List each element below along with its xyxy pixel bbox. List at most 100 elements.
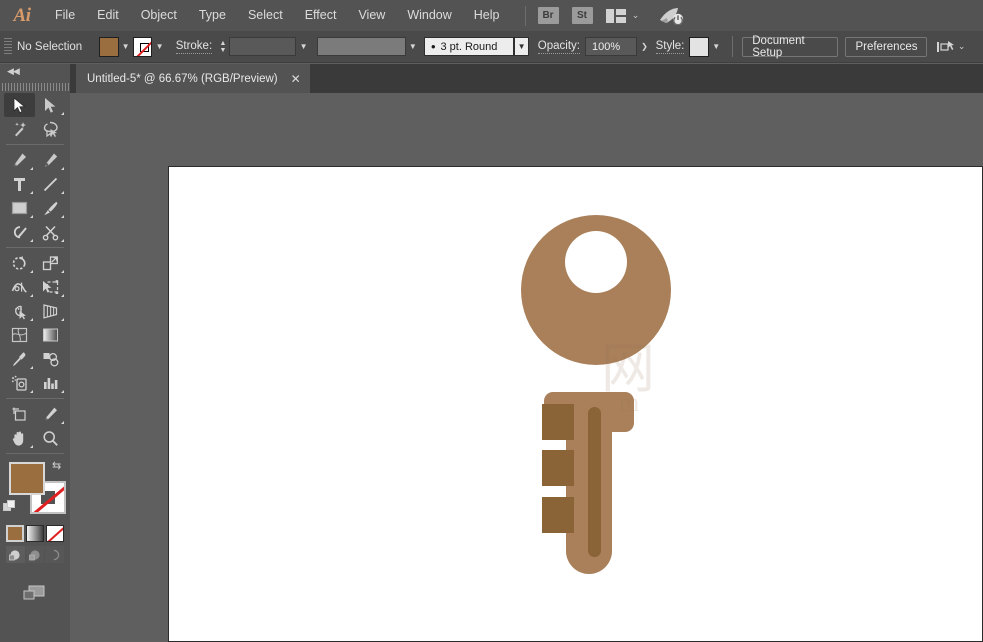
align-to-selection-icon[interactable]: [936, 38, 956, 56]
perspective-grid-tool[interactable]: [35, 299, 66, 323]
fill-color-swatch[interactable]: [99, 37, 119, 57]
bridge-button[interactable]: Br: [538, 7, 559, 24]
scale-tool[interactable]: [35, 251, 66, 275]
tools-grid-nav: [0, 402, 70, 450]
document-tab-label: Untitled-5* @ 66.67% (RGB/Preview): [87, 73, 278, 85]
brush-chevron-down-icon[interactable]: ▼: [514, 37, 528, 56]
menu-item-window[interactable]: Window: [396, 0, 462, 31]
direct-selection-tool[interactable]: [35, 93, 66, 117]
menu-bar: Ai File Edit Object Type Select Effect V…: [0, 0, 983, 31]
paintbrush-tool[interactable]: [35, 196, 66, 220]
tools-grid-transform: [0, 251, 70, 395]
width-profile-chevron-down-icon[interactable]: ▼: [406, 37, 420, 57]
brush-definition-value: 3 pt. Round: [441, 41, 498, 53]
stock-button[interactable]: St: [572, 7, 593, 24]
draw-inside-button[interactable]: [45, 546, 64, 563]
collapse-panel-icon[interactable]: ◀◀: [0, 64, 70, 79]
artboard[interactable]: 网 m: [168, 166, 983, 642]
gradient-fill-button[interactable]: [26, 525, 44, 542]
align-chevron-down-icon[interactable]: ⌄: [956, 41, 967, 52]
canvas-area[interactable]: 网 m: [70, 93, 983, 642]
scissors-tool[interactable]: [35, 220, 66, 244]
column-graph-tool[interactable]: [35, 371, 66, 395]
preferences-button[interactable]: Preferences: [845, 37, 927, 57]
draw-normal-button[interactable]: [6, 546, 25, 563]
fill-swatch[interactable]: [9, 462, 45, 495]
zoom-tool[interactable]: [35, 426, 66, 450]
color-fill-button[interactable]: [6, 525, 24, 542]
mesh-tool[interactable]: [4, 323, 35, 347]
rectangle-tool[interactable]: [4, 196, 35, 220]
stroke-chevron-down-icon[interactable]: ▼: [152, 37, 166, 57]
selection-tool[interactable]: [4, 93, 35, 117]
default-fill-stroke-icon[interactable]: [3, 500, 17, 514]
shape-builder-tool[interactable]: [4, 299, 35, 323]
document-setup-button[interactable]: Document Setup: [742, 37, 838, 57]
tools-grid-top: [0, 93, 70, 141]
rotate-tool[interactable]: [4, 251, 35, 275]
rocket-icon[interactable]: [658, 7, 684, 25]
menu-item-object[interactable]: Object: [130, 0, 188, 31]
swap-fill-stroke-icon[interactable]: ⇆: [52, 461, 66, 474]
menu-item-help[interactable]: Help: [463, 0, 511, 31]
arrange-documents-icon[interactable]: [606, 9, 626, 23]
graphic-style-swatch[interactable]: [689, 37, 709, 57]
menu-item-view[interactable]: View: [347, 0, 396, 31]
none-fill-button[interactable]: [46, 525, 64, 542]
document-tab-bar: Untitled-5* @ 66.67% (RGB/Preview) ✕: [0, 64, 983, 93]
line-segment-tool[interactable]: [35, 172, 66, 196]
fill-chevron-down-icon[interactable]: ▼: [119, 37, 133, 57]
control-bar-grip[interactable]: [4, 38, 12, 56]
tools-panel-grip[interactable]: [0, 79, 70, 93]
tools-divider-2: [6, 247, 64, 248]
app-logo: Ai: [0, 0, 44, 31]
stroke-color-swatch[interactable]: [133, 37, 153, 57]
document-tab[interactable]: Untitled-5* @ 66.67% (RGB/Preview) ✕: [76, 64, 310, 93]
blend-tool[interactable]: [35, 347, 66, 371]
slice-tool[interactable]: [35, 402, 66, 426]
close-icon[interactable]: ✕: [291, 72, 301, 86]
stroke-weight-stepper[interactable]: ▲▼: [217, 37, 229, 57]
opacity-label: Opacity:: [538, 40, 580, 54]
stroke-weight-input[interactable]: [229, 37, 297, 56]
opacity-input[interactable]: 100%: [585, 37, 637, 56]
width-tool[interactable]: [4, 275, 35, 299]
artboard-tool[interactable]: [4, 402, 35, 426]
draw-behind-button[interactable]: [26, 546, 45, 563]
stroke-weight-chevron-down-icon[interactable]: ▼: [296, 37, 310, 57]
tools-divider-4: [6, 453, 64, 454]
variable-width-profile-input[interactable]: [317, 37, 406, 56]
shaper-tool[interactable]: [4, 220, 35, 244]
menu-item-edit[interactable]: Edit: [86, 0, 130, 31]
selection-status: No Selection: [17, 41, 99, 53]
brush-definition-input[interactable]: • 3 pt. Round: [424, 37, 514, 56]
lasso-tool[interactable]: [35, 117, 66, 141]
key-artwork[interactable]: [169, 167, 983, 642]
hand-tool[interactable]: [4, 426, 35, 450]
tools-divider-1: [6, 144, 64, 145]
type-tool[interactable]: [4, 172, 35, 196]
curvature-tool[interactable]: [35, 148, 66, 172]
change-screen-mode-icon[interactable]: [0, 574, 70, 614]
menu-divider: [525, 6, 526, 26]
draw-modes-row: [0, 542, 70, 563]
eyedropper-tool[interactable]: [4, 347, 35, 371]
free-transform-tool[interactable]: [35, 275, 66, 299]
illustrator-window: Ai File Edit Object Type Select Effect V…: [0, 0, 983, 642]
gradient-tool[interactable]: [35, 323, 66, 347]
style-chevron-down-icon[interactable]: ▼: [709, 37, 723, 57]
magic-wand-tool[interactable]: [4, 117, 35, 141]
opacity-expand-icon[interactable]: ❯: [637, 37, 651, 57]
control-bar: No Selection ▼ ▼ Stroke: ▲▼ ▼ ▼ • 3 pt. …: [0, 31, 983, 63]
stroke-weight-label: Stroke:: [176, 40, 212, 54]
pen-tool[interactable]: [4, 148, 35, 172]
fill-mode-row: [0, 522, 70, 542]
tools-panel: ◀◀: [0, 64, 70, 642]
menu-item-file[interactable]: File: [44, 0, 86, 31]
menu-item-type[interactable]: Type: [188, 0, 237, 31]
control-bar-divider: [732, 36, 733, 57]
menu-item-effect[interactable]: Effect: [294, 0, 348, 31]
symbol-sprayer-tool[interactable]: [4, 371, 35, 395]
arrange-chevron-down-icon[interactable]: ⌄: [630, 10, 642, 21]
menu-item-select[interactable]: Select: [237, 0, 294, 31]
